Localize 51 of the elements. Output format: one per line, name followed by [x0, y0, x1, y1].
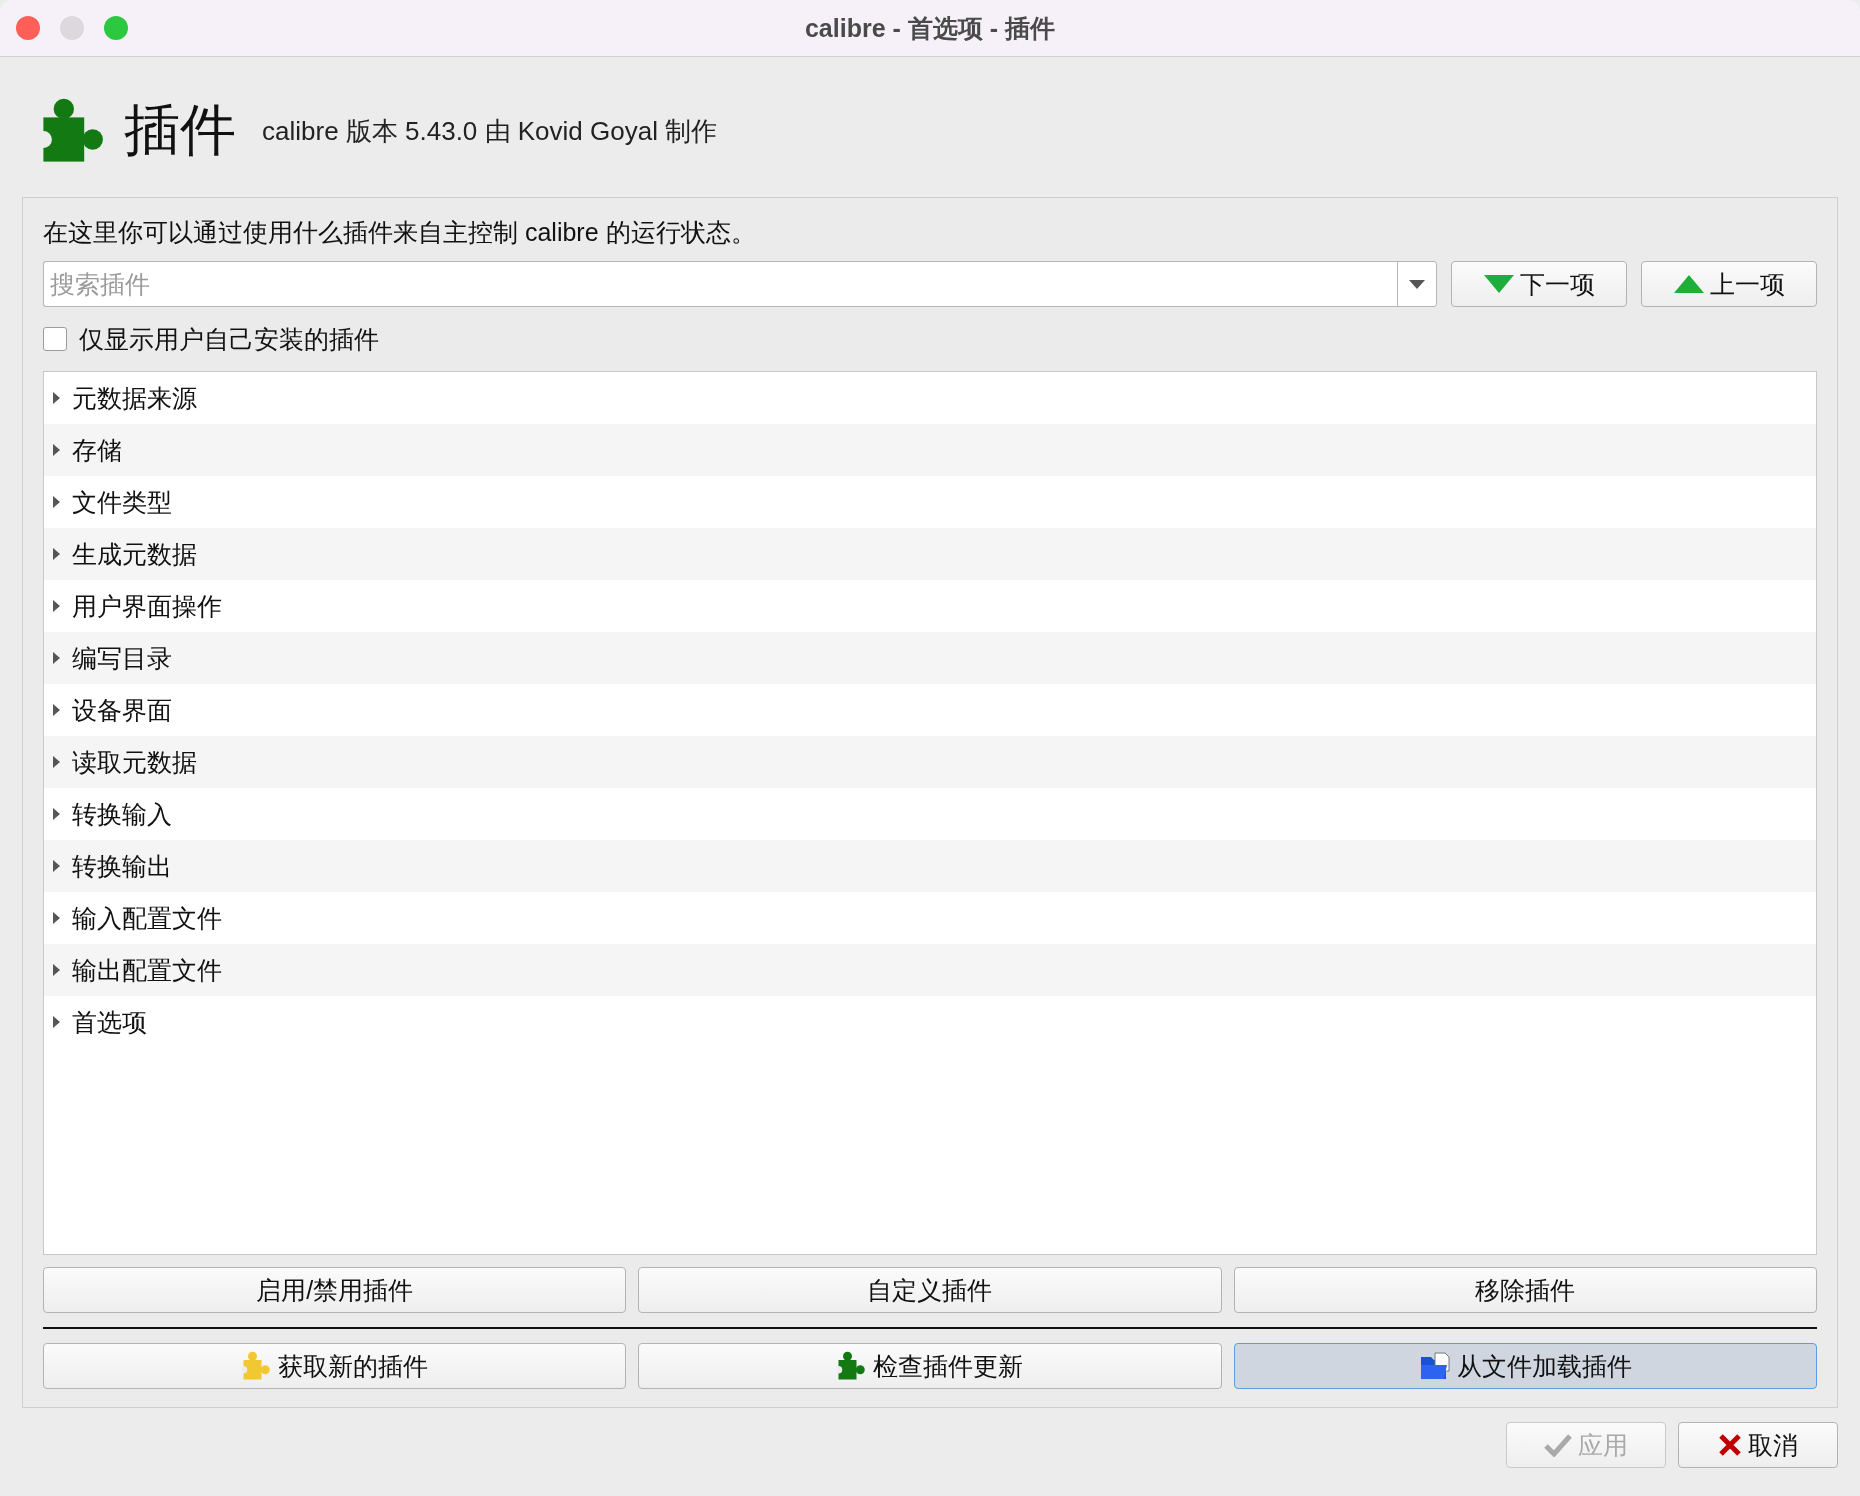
collapsed-arrow-icon[interactable]	[52, 911, 62, 925]
plugin-button[interactable]: 启用/禁用插件	[43, 1267, 627, 1313]
triangle-down-icon	[1483, 275, 1514, 293]
collapsed-arrow-icon[interactable]	[52, 807, 62, 821]
tree-item[interactable]: 生成元数据	[72, 537, 197, 571]
collapsed-arrow-icon[interactable]	[52, 599, 62, 613]
puzzle-icon	[241, 1351, 272, 1381]
triangle-up-icon	[1673, 275, 1704, 293]
collapsed-arrow-icon[interactable]	[52, 547, 62, 561]
action-button[interactable]: 获取新的插件	[43, 1343, 627, 1389]
puzzle-icon	[837, 1351, 867, 1381]
description-text: 在这里你可以通过使用什么插件来自主控制 calibre 的运行状态。	[43, 217, 757, 248]
collapsed-arrow-icon[interactable]	[52, 963, 62, 977]
plugin-button[interactable]: 自定义插件	[638, 1267, 1222, 1313]
folder-icon	[1418, 1351, 1451, 1381]
checkbox-label: 仅显示用户自己安装的插件	[79, 323, 379, 355]
collapsed-arrow-icon[interactable]	[52, 651, 62, 665]
plugin-button[interactable]: 移除插件	[1233, 1267, 1817, 1313]
close-window-button[interactable]	[16, 16, 40, 40]
collapsed-arrow-icon[interactable]	[52, 755, 62, 769]
cancel-button[interactable]: 取消	[1678, 1422, 1838, 1468]
collapsed-arrow-icon[interactable]	[52, 859, 62, 873]
search-field[interactable]: 搜索插件	[43, 261, 1397, 307]
tree-item[interactable]: 文件类型	[72, 485, 172, 519]
action-button[interactable]: 从文件加载插件	[1233, 1343, 1817, 1389]
tree-item[interactable]: 转换输入	[72, 797, 172, 831]
close-icon	[1718, 1433, 1742, 1457]
checkbox[interactable]	[43, 327, 67, 351]
tree-item[interactable]: 首选项	[72, 1005, 147, 1039]
tree-item[interactable]: 读取元数据	[72, 745, 197, 779]
tree-item[interactable]: 输入配置文件	[72, 901, 222, 935]
page-heading: 插件	[124, 97, 236, 163]
previous-button[interactable]: 上一项	[1641, 261, 1817, 307]
tree-item[interactable]: 转换输出	[72, 849, 172, 883]
action-button[interactable]: 检查插件更新	[638, 1343, 1222, 1389]
checkmark-icon	[1544, 1433, 1572, 1457]
tree-item[interactable]: 元数据来源	[72, 381, 197, 415]
collapsed-arrow-icon[interactable]	[52, 703, 62, 717]
collapsed-arrow-icon[interactable]	[52, 1015, 62, 1029]
version-text: calibre 版本 5.43.0 由 Kovid Goyal 制作	[262, 114, 718, 148]
tree-item[interactable]: 设备界面	[72, 693, 172, 727]
next-button[interactable]: 下一项	[1451, 261, 1627, 307]
tree-item[interactable]: 编写目录	[72, 641, 172, 675]
tree-item[interactable]: 用户界面操作	[72, 589, 222, 623]
dropdown-arrow-icon[interactable]	[1409, 279, 1425, 289]
window-title: calibre - 首选项 - 插件	[804, 12, 1055, 44]
collapsed-arrow-icon[interactable]	[52, 391, 62, 405]
collapsed-arrow-icon[interactable]	[52, 443, 62, 457]
collapsed-arrow-icon[interactable]	[52, 495, 62, 509]
tree-item[interactable]: 输出配置文件	[72, 953, 222, 987]
tree-item[interactable]: 存储	[72, 433, 122, 467]
